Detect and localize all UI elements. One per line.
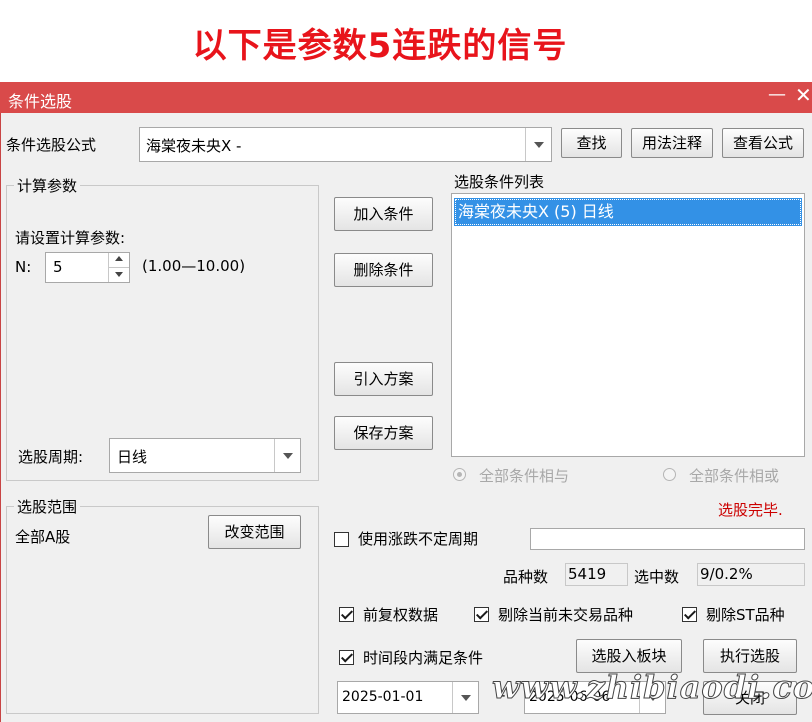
- n-range: (1.00—10.00): [142, 257, 246, 275]
- scope-value: 全部A股: [15, 528, 71, 546]
- condition-list-title: 选股条件列表: [454, 173, 545, 191]
- window-title: 条件选股: [8, 92, 73, 111]
- adjusted-data-label: 前复权数据: [363, 606, 439, 624]
- close-icon[interactable]: ✕: [795, 83, 812, 107]
- start-date-dropdown[interactable]: [452, 682, 478, 713]
- formula-value: 海棠夜未央X -: [146, 137, 242, 155]
- list-item[interactable]: 海棠夜未央X (5) 日线: [454, 198, 802, 226]
- adjusted-data-checkbox[interactable]: [339, 607, 354, 622]
- add-condition-button[interactable]: 加入条件: [334, 197, 433, 231]
- and-radio[interactable]: [453, 468, 466, 481]
- formula-select[interactable]: 海棠夜未央X -: [139, 127, 552, 162]
- usage-notes-button[interactable]: 用法注释: [631, 128, 713, 158]
- n-label: N:: [15, 258, 32, 276]
- change-scope-button[interactable]: 改变范围: [208, 515, 301, 549]
- spin-down-icon[interactable]: [115, 272, 123, 277]
- find-button[interactable]: 查找: [561, 128, 622, 158]
- minimize-icon[interactable]: —: [768, 84, 786, 105]
- spin-divider: [109, 267, 129, 268]
- chevron-down-icon: [283, 453, 293, 459]
- and-label: 全部条件相与: [479, 467, 570, 485]
- delete-condition-button[interactable]: 删除条件: [334, 253, 433, 287]
- exclude-st-checkbox[interactable]: [682, 607, 697, 622]
- scope-group-title: 选股范围: [14, 496, 81, 517]
- time-range-label: 时间段内满足条件: [363, 649, 484, 667]
- titlebar: 条件选股 — ✕: [0, 82, 812, 113]
- n-spin-buttons[interactable]: [108, 253, 129, 282]
- spin-up-icon[interactable]: [115, 256, 123, 261]
- or-label: 全部条件相或: [689, 467, 780, 485]
- headline: 以下是参数5连跌的信号: [192, 26, 568, 66]
- uncertain-period-label: 使用涨跌不定周期: [358, 530, 479, 548]
- watermark: www.zhibiaodi.com: [491, 668, 812, 707]
- uncertain-period-input[interactable]: [530, 528, 805, 550]
- import-scheme-button[interactable]: 引入方案: [334, 362, 433, 396]
- period-label: 选股周期:: [18, 448, 84, 466]
- params-prompt: 请设置计算参数:: [15, 229, 126, 247]
- formula-label: 条件选股公式: [6, 136, 97, 154]
- chevron-down-icon: [461, 695, 471, 701]
- chevron-down-icon: [534, 142, 544, 148]
- period-select[interactable]: 日线: [109, 438, 301, 473]
- n-stepper[interactable]: 5: [45, 252, 130, 283]
- selected-label: 选中数: [634, 568, 680, 586]
- params-group-title: 计算参数: [14, 175, 81, 196]
- start-date-value: 2025-01-01: [342, 689, 424, 705]
- exclude-untraded-label: 剔除当前未交易品种: [498, 606, 634, 624]
- start-date-picker[interactable]: 2025-01-01: [337, 681, 479, 714]
- period-value: 日线: [117, 448, 148, 466]
- uncertain-period-checkbox[interactable]: [334, 532, 349, 547]
- exclude-st-label: 剔除ST品种: [706, 606, 785, 624]
- n-value: 5: [53, 258, 63, 276]
- save-scheme-button[interactable]: 保存方案: [334, 416, 433, 450]
- selected-value: 9/0.2%: [697, 563, 805, 586]
- count-value: 5419: [565, 563, 628, 586]
- count-label: 品种数: [503, 568, 549, 586]
- formula-dropdown-button[interactable]: [525, 128, 551, 161]
- exclude-untraded-checkbox[interactable]: [474, 607, 489, 622]
- view-formula-button[interactable]: 查看公式: [722, 128, 804, 158]
- time-range-checkbox[interactable]: [339, 650, 354, 665]
- condition-list[interactable]: 海棠夜未央X (5) 日线: [451, 193, 805, 457]
- status-text: 选股完毕.: [718, 501, 783, 519]
- or-radio[interactable]: [663, 468, 676, 481]
- period-dropdown-button[interactable]: [274, 439, 300, 472]
